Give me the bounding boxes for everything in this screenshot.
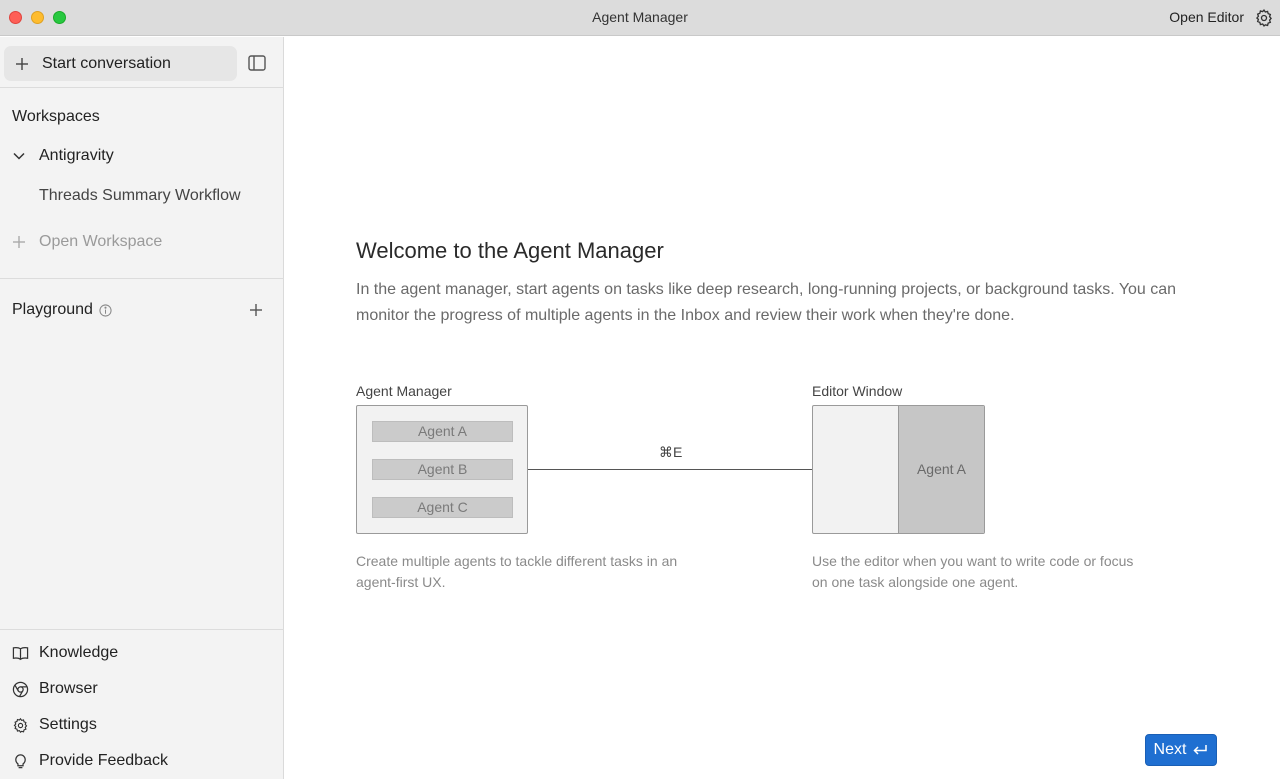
sidebar-item-browser[interactable]: Browser xyxy=(12,680,98,698)
start-conversation-button[interactable]: Start conversation xyxy=(4,46,237,81)
next-button[interactable]: Next xyxy=(1145,734,1217,766)
next-label: Next xyxy=(1153,741,1187,758)
plus-icon xyxy=(13,236,25,248)
agent-manager-caption: Create multiple agents to tackle differe… xyxy=(356,553,678,590)
open-workspace-button[interactable]: Open Workspace xyxy=(12,233,162,251)
page-title: Welcome to the Agent Manager xyxy=(356,238,664,263)
chrome-icon xyxy=(12,681,29,697)
book-icon xyxy=(12,646,29,660)
sidebar-item-settings[interactable]: Settings xyxy=(12,716,97,734)
editor-agent-panel: Agent A xyxy=(898,406,984,533)
editor-window-label: Editor Window xyxy=(812,383,903,399)
settings-label: Settings xyxy=(39,716,97,733)
agent-pill: Agent B xyxy=(372,459,513,480)
agent-manager-label: Agent Manager xyxy=(356,383,452,399)
playground-label: Playground xyxy=(12,301,93,318)
workspace-antigravity[interactable]: Antigravity xyxy=(12,147,114,165)
sidebar: Start conversation Workspaces Antigravit… xyxy=(0,37,284,779)
sidebar-divider xyxy=(0,87,284,88)
playground-heading: Playground xyxy=(12,301,112,319)
return-icon xyxy=(1193,745,1208,755)
editor-window-diagram: Agent A xyxy=(812,405,985,534)
diagram-connector xyxy=(528,469,812,470)
title-bar: Agent Manager Open Editor xyxy=(0,0,1280,36)
sidebar-item-feedback[interactable]: Provide Feedback xyxy=(12,752,168,770)
agent-pill: Agent C xyxy=(372,497,513,518)
gear-icon xyxy=(13,717,28,733)
plus-icon xyxy=(16,57,28,70)
chevron-down-icon xyxy=(13,152,25,160)
open-editor-button[interactable]: Open Editor xyxy=(1169,9,1244,25)
thread-item[interactable]: Threads Summary Workflow xyxy=(39,187,241,205)
workspaces-heading: Workspaces xyxy=(12,108,100,125)
sidebar-item-knowledge[interactable]: Knowledge xyxy=(12,644,118,662)
feedback-label: Provide Feedback xyxy=(39,752,168,769)
sidebar-divider xyxy=(0,278,284,279)
agent-pill: Agent A xyxy=(372,421,513,442)
knowledge-label: Knowledge xyxy=(39,644,119,661)
page-description: In the agent manager, start agents on ta… xyxy=(356,281,1177,324)
info-icon[interactable] xyxy=(99,303,112,317)
open-workspace-label: Open Workspace xyxy=(39,233,163,250)
window-title: Agent Manager xyxy=(592,9,688,25)
shortcut-label: ⌘E xyxy=(659,444,683,460)
sidebar-toggle-icon[interactable] xyxy=(248,55,266,71)
lightbulb-icon xyxy=(15,753,26,768)
browser-label: Browser xyxy=(39,680,98,697)
add-playground-button[interactable] xyxy=(249,303,263,317)
start-conversation-label: Start conversation xyxy=(42,54,171,72)
agent-manager-diagram: Agent A Agent B Agent C xyxy=(356,405,528,534)
main-content: Welcome to the Agent Manager In the agen… xyxy=(285,37,1280,779)
editor-window-caption: Use the editor when you want to write co… xyxy=(812,553,1134,590)
workspace-name: Antigravity xyxy=(39,147,114,164)
gear-icon[interactable] xyxy=(1254,8,1274,28)
sidebar-divider xyxy=(0,629,284,630)
